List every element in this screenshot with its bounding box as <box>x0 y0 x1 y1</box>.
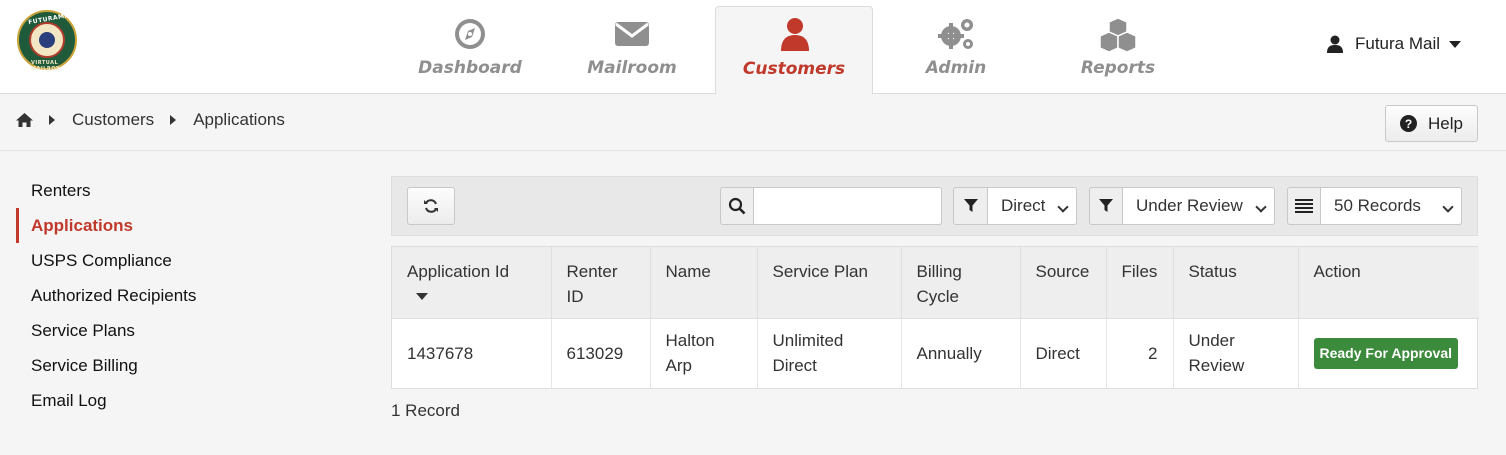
caret-down-icon <box>1449 40 1462 48</box>
nav-tab-admin[interactable]: Admin <box>877 6 1035 94</box>
sort-desc-icon <box>416 293 428 300</box>
cell-renter-id: 613029 <box>551 318 651 388</box>
logo-text-bottom: VIRTUAL MAILBOX <box>31 60 61 72</box>
nav-tab-label: Mailroom <box>587 58 677 78</box>
page-size-value: 50 Records <box>1334 196 1421 215</box>
gears-icon <box>938 19 973 49</box>
refresh-icon <box>424 199 438 213</box>
sidebar-item-renters[interactable]: Renters <box>16 173 316 208</box>
logo-emblem <box>29 22 65 58</box>
nav-tab-label: Customers <box>742 59 846 79</box>
help-label: Help <box>1428 113 1463 133</box>
status-filter-select[interactable]: Under Review <box>1123 187 1275 225</box>
page-size-addon <box>1287 187 1321 225</box>
cell-service-plan: Unlimited Direct <box>757 318 902 388</box>
user-menu[interactable]: Futura Mail <box>1326 32 1462 56</box>
column-header-application-id[interactable]: Application Id <box>392 247 552 319</box>
table-header-row: Application Id Renter ID Name Service Pl… <box>392 247 1479 319</box>
column-header-files[interactable]: Files <box>1106 247 1174 319</box>
cell-action: Ready For Approval <box>1298 318 1479 388</box>
source-filter-select[interactable]: Direct <box>988 187 1077 225</box>
table-row[interactable]: 1437678 613029 Halton Arp Unlimited Dire… <box>392 318 1479 388</box>
cell-name: Halton Arp <box>650 318 758 388</box>
column-header-renter-id[interactable]: Renter ID <box>551 247 651 319</box>
user-name: Futura Mail <box>1355 34 1441 53</box>
ready-for-approval-badge[interactable]: Ready For Approval <box>1313 337 1459 369</box>
status-filter-addon <box>1089 187 1123 225</box>
sidebar-item-authorized-recipients[interactable]: Authorized Recipients <box>16 278 316 313</box>
status-filter-value: Under Review <box>1136 196 1243 215</box>
search-addon <box>720 187 754 225</box>
sidebar-item-email-log[interactable]: Email Log <box>16 383 316 418</box>
sidebar-item-applications[interactable]: Applications <box>16 208 316 243</box>
cubes-icon <box>1099 17 1137 52</box>
nav-tab-mailroom[interactable]: Mailroom <box>553 6 711 94</box>
nav-tab-label: Admin <box>925 58 987 78</box>
compass-icon <box>455 19 485 49</box>
column-header-service-plan[interactable]: Service Plan <box>757 247 902 319</box>
column-header-status[interactable]: Status <box>1173 247 1299 319</box>
column-header-action: Action <box>1298 247 1479 319</box>
breadcrumb-customers[interactable]: Customers <box>72 110 154 130</box>
home-icon[interactable] <box>16 112 33 128</box>
list-icon <box>1295 199 1313 213</box>
nav-tab-label: Dashboard <box>418 58 522 78</box>
svg-text:?: ? <box>1405 117 1412 131</box>
nav-tab-label: Reports <box>1080 58 1156 78</box>
sidebar: Renters Applications USPS Compliance Aut… <box>16 173 316 418</box>
column-header-billing-cycle[interactable]: Billing Cycle <box>901 247 1021 319</box>
source-filter-addon <box>953 187 988 225</box>
source-filter-value: Direct <box>1001 196 1046 215</box>
cell-source: Direct <box>1020 318 1107 388</box>
breadcrumb-bar: Customers Applications ? Help <box>0 94 1506 151</box>
search-icon <box>728 197 746 215</box>
column-header-name[interactable]: Name <box>650 247 758 319</box>
nav-tab-dashboard[interactable]: Dashboard <box>391 6 549 94</box>
user-icon <box>781 18 809 51</box>
chevron-down-icon <box>1057 201 1069 213</box>
record-count: 1 Record <box>391 401 460 420</box>
cell-billing-cycle: Annually <box>901 318 1021 388</box>
question-circle-icon: ? <box>1400 115 1418 132</box>
envelope-icon <box>615 22 649 46</box>
sidebar-item-service-billing[interactable]: Service Billing <box>16 348 316 383</box>
chevron-down-icon <box>1255 201 1267 213</box>
breadcrumb: Customers Applications <box>16 110 285 130</box>
cell-files: 2 <box>1106 318 1174 388</box>
filter-icon <box>963 199 978 212</box>
cell-application-id: 1437678 <box>392 318 552 388</box>
user-icon <box>1327 35 1343 53</box>
nav-tab-customers[interactable]: Customers <box>715 6 873 95</box>
nav-tab-reports[interactable]: Reports <box>1039 6 1197 94</box>
refresh-button[interactable] <box>407 187 455 225</box>
breadcrumb-separator-icon <box>49 115 55 125</box>
cell-status: Under Review <box>1173 318 1299 388</box>
breadcrumb-applications: Applications <box>193 110 285 129</box>
chevron-down-icon <box>1442 201 1454 213</box>
breadcrumb-separator-icon <box>170 115 177 125</box>
top-bar: FUTURAMAIL VIRTUAL MAILBOX Dashboard Mai… <box>0 0 1506 95</box>
search-input[interactable] <box>754 187 942 225</box>
page-size-select[interactable]: 50 Records <box>1321 187 1462 225</box>
help-button[interactable]: ? Help <box>1385 105 1478 142</box>
filter-icon <box>1099 199 1113 212</box>
applications-table: Application Id Renter ID Name Service Pl… <box>391 246 1479 389</box>
sidebar-item-service-plans[interactable]: Service Plans <box>16 313 316 348</box>
futuramail-logo[interactable]: FUTURAMAIL VIRTUAL MAILBOX <box>17 10 77 72</box>
table-toolbar: Direct Under Review 50 Records <box>391 176 1478 236</box>
sidebar-item-usps-compliance[interactable]: USPS Compliance <box>16 243 316 278</box>
column-header-source[interactable]: Source <box>1020 247 1107 319</box>
